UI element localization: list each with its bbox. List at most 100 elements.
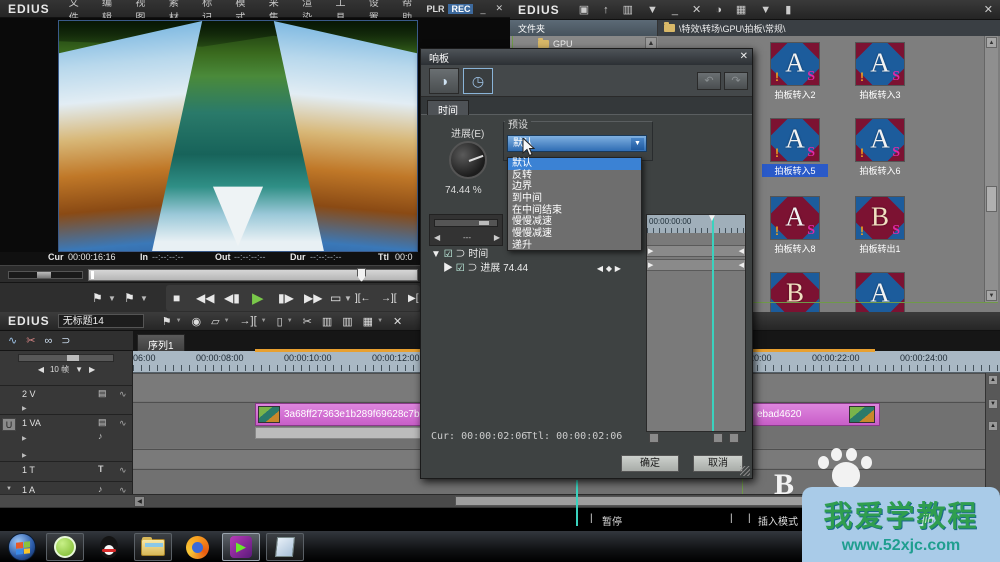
save-icon[interactable]: ▯ [277, 315, 283, 328]
transition-thumb[interactable]: AS! [770, 42, 820, 86]
zoom-left-icon[interactable]: ◀ [38, 365, 44, 374]
collapse-icon[interactable]: ▼ [6, 486, 12, 492]
copy-icon[interactable]: ▥ [322, 315, 332, 328]
monitor-button[interactable]: ▭ [330, 288, 341, 308]
stop-button[interactable]: ■ [173, 288, 180, 308]
duplicate-icon[interactable]: ▥ [616, 3, 640, 16]
delete-icon[interactable]: ✕ [393, 315, 402, 328]
tree-expand-icon[interactable]: ▶ [443, 263, 453, 274]
taskbar-qq[interactable] [90, 533, 128, 561]
play-button[interactable]: ▶ [252, 288, 264, 308]
kf-mode-right-icon[interactable]: ▶ [494, 233, 500, 242]
add-keyframe-icon[interactable]: ◆ [606, 264, 612, 273]
resize-grip[interactable] [740, 466, 750, 476]
scroll-up-icon[interactable]: ▲ [986, 37, 997, 48]
taskbar-media-app[interactable]: ▶ [222, 533, 260, 561]
sort-icon[interactable]: _ [665, 4, 685, 16]
prev-frame-button[interactable]: ◀▮ [224, 288, 240, 308]
thumb-label-selected[interactable]: 拍板转入5 [762, 164, 828, 177]
new-doc-icon[interactable]: ▱ [211, 315, 219, 328]
kf-ruler[interactable]: 00:00:00:00 [647, 215, 745, 233]
cut-icon[interactable]: ✂ [303, 315, 312, 328]
zoom-scale-row[interactable]: ◀ 10 帧 ▼ ▶ [0, 364, 133, 374]
transition-thumb[interactable]: A [855, 272, 905, 316]
title-icon[interactable]: T [98, 464, 104, 474]
film-icon[interactable]: ▤ [98, 388, 107, 399]
track-header-1t[interactable]: 1 T T ∿ [0, 461, 133, 480]
duplicate-caret[interactable]: ▼ [640, 4, 665, 16]
sequence-tab[interactable]: 序列1 [137, 334, 185, 351]
taskbar-firefox[interactable] [178, 533, 216, 561]
up-folder-icon[interactable]: ↑ [596, 4, 616, 16]
bin-scrollbar[interactable]: ▲ ▼ [984, 36, 998, 302]
view-caret[interactable]: ▼ [753, 4, 778, 16]
transition-thumb[interactable]: AS! [855, 118, 905, 162]
taskbar-explorer[interactable] [134, 533, 172, 561]
next-frame-button[interactable]: ▮▶ [278, 288, 294, 308]
color-settings-icon[interactable]: ◑ [429, 68, 459, 94]
track-mute-button[interactable]: U [2, 418, 16, 431]
marker-icon[interactable]: ⚑ [162, 315, 172, 328]
undo-icon[interactable]: ↶ [697, 72, 721, 90]
transition-thumb[interactable]: BS! [855, 196, 905, 240]
time-settings-icon[interactable]: ◷ [463, 68, 493, 94]
dialog-close-button[interactable]: ✕ [740, 51, 748, 62]
option-default[interactable]: 默认 [508, 158, 641, 170]
prev-keyframe-icon[interactable]: ◀ [597, 264, 603, 273]
scroll-down-icon[interactable]: ▼ [986, 290, 997, 301]
set-out-button[interactable]: →][ [381, 288, 397, 308]
scroll-thumb[interactable] [986, 186, 997, 212]
thumb-label[interactable]: 拍板转入6 [847, 164, 913, 177]
tree-collapse-icon[interactable]: ▼ [431, 249, 441, 260]
transition-thumb[interactable]: AS! [770, 196, 820, 240]
kf-hscroll-left[interactable] [649, 433, 659, 443]
set-in-button[interactable]: ][← [355, 288, 371, 308]
ripple-cut-icon[interactable]: ✂ [26, 334, 35, 347]
view-grid-icon[interactable]: ▦ [729, 3, 753, 16]
transition-thumb[interactable]: B [770, 272, 820, 316]
thumb-label[interactable]: 拍板转入3 [847, 88, 913, 101]
hscroll-thumb[interactable] [455, 496, 805, 506]
kf-row-time[interactable]: ▶ ◀ [647, 245, 745, 257]
save-caret[interactable]: ▼ [287, 318, 293, 324]
kf-tree-row-progress[interactable]: ▶ ☑ ⊃ 进展 74.44 ◀ ◆ ▶ [443, 259, 621, 274]
track-scroll-low[interactable]: ▲ [988, 421, 998, 431]
bin-link-icon[interactable]: ▦ [363, 315, 373, 328]
snap-icon[interactable]: ⊃ [61, 334, 70, 347]
start-button[interactable] [8, 533, 36, 561]
shuttle-handle[interactable] [37, 272, 51, 278]
tab-time[interactable]: 时间 [427, 100, 469, 115]
kf-hscroll-right[interactable] [713, 433, 723, 443]
option-border[interactable]: 边界 [508, 181, 641, 193]
capture-icon[interactable]: ◉ [192, 315, 202, 328]
export-icon[interactable]: →][ [240, 315, 257, 327]
option-reverse[interactable]: 反转 [508, 170, 641, 182]
ok-button[interactable]: 确定 [621, 455, 679, 472]
breadcrumb[interactable]: \特效\转场\GPU\拍板\常规\ [658, 20, 1000, 36]
kf-mode-left-icon[interactable]: ◀ [434, 233, 440, 242]
timeline-zoom-slider[interactable] [18, 354, 114, 362]
thumb-label[interactable]: 拍板转入8 [762, 242, 828, 255]
shuttle-slider[interactable] [8, 271, 83, 279]
mark-in-caret[interactable]: ▼ [108, 288, 116, 308]
patch-icon[interactable]: ∿ [119, 389, 127, 400]
audio-icon[interactable]: ♪ [98, 484, 103, 494]
option-slow-decel-2[interactable]: 慢慢减速 [508, 228, 641, 240]
marker-caret[interactable]: ▼ [176, 318, 182, 324]
kf-vscroll-box[interactable] [729, 433, 739, 443]
cancel-button[interactable]: 取消 [693, 455, 743, 472]
delete-icon[interactable]: ✕ [685, 3, 708, 16]
zoom-caret[interactable]: ▼ [75, 365, 83, 374]
export-caret[interactable]: ▼ [261, 318, 267, 324]
zoom-right-icon[interactable]: ▶ [89, 365, 95, 374]
rewind-button[interactable]: ◀◀ [196, 288, 214, 308]
dialog-title-bar[interactable]: 响板 ✕ [421, 49, 752, 65]
zoom-slider-handle[interactable] [67, 355, 79, 361]
timeline-playhead[interactable] [576, 480, 578, 526]
option-slow-decel[interactable]: 慢慢减速 [508, 216, 641, 228]
taskbar-browser-360[interactable] [46, 533, 84, 561]
new-doc-caret[interactable]: ▼ [224, 318, 230, 324]
track-header-1va[interactable]: U 1 VA ▤ ♪ ∿ ▶ ▶ [0, 414, 133, 460]
thumb-label[interactable]: 拍板转入2 [762, 88, 828, 101]
option-end-middle[interactable]: 在中间结束 [508, 205, 641, 217]
